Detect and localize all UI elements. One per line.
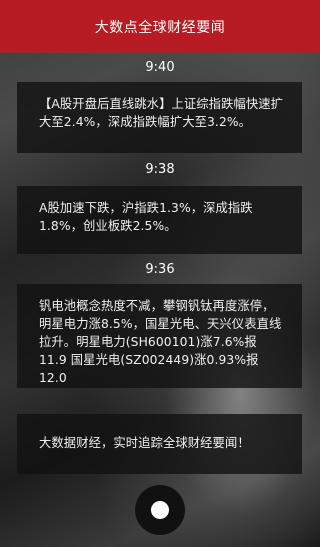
record-button[interactable] [135, 485, 185, 535]
promo-text: 大数据财经，实时追踪全球财经要闻！ [39, 436, 250, 450]
promo-card[interactable]: 大数据财经，实时追踪全球财经要闻！ [17, 414, 302, 474]
news-time: 9:38 [145, 162, 175, 177]
record-dot-icon [151, 501, 169, 519]
app-header: 大数点全球财经要闻 [0, 0, 320, 53]
news-text: 【A股开盘后直线跳水】上证综指跌幅快速扩大至2.4%，深成指跌幅扩大至3.2%。 [39, 97, 284, 129]
news-text: A股加速下跌，沪指跌1.3%，深成指跌1.8%，创业板跌2.5%。 [39, 201, 253, 233]
news-time: 9:36 [145, 262, 175, 277]
news-text: 钒电池概念热度不减，攀钢钒钛再度涨停，明星电力涨8.5%，国星光电、天兴仪表直线… [39, 299, 282, 385]
news-card[interactable]: 钒电池概念热度不减，攀钢钒钛再度涨停，明星电力涨8.5%，国星光电、天兴仪表直线… [17, 284, 302, 388]
news-time: 9:40 [145, 60, 175, 75]
app-title: 大数点全球财经要闻 [94, 19, 226, 36]
news-card[interactable]: 【A股开盘后直线跳水】上证综指跌幅快速扩大至2.4%，深成指跌幅扩大至3.2%。 [17, 82, 302, 153]
news-card[interactable]: A股加速下跌，沪指跌1.3%，深成指跌1.8%，创业板跌2.5%。 [17, 186, 302, 254]
